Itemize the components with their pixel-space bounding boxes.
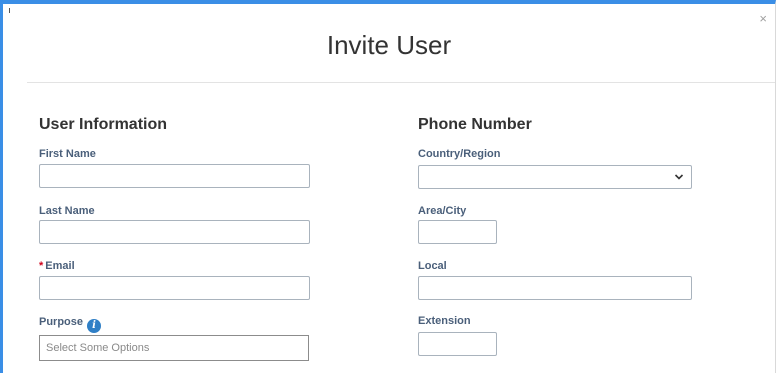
phone-number-heading: Phone Number: [418, 116, 532, 133]
title-divider: [27, 82, 775, 83]
local-label: Local: [418, 260, 447, 272]
purpose-multi-select[interactable]: Select Some Options: [39, 335, 309, 361]
country-region-label: Country/Region: [418, 148, 501, 160]
purpose-placeholder: Select Some Options: [46, 342, 150, 354]
close-icon[interactable]: ×: [759, 12, 767, 25]
first-name-field[interactable]: [39, 164, 310, 188]
extension-field[interactable]: [418, 332, 497, 356]
purpose-label-wrap: Purpose i: [39, 316, 102, 333]
dialog-title: Invite User: [326, 30, 452, 60]
window-corner-mark: [9, 8, 10, 13]
last-name-field[interactable]: [39, 220, 310, 244]
email-label: Email: [45, 260, 75, 272]
last-name-label: Last Name: [39, 205, 95, 217]
area-city-field[interactable]: [418, 220, 497, 244]
local-field[interactable]: [418, 276, 692, 300]
info-icon[interactable]: i: [87, 319, 102, 333]
user-information-heading: User Information: [39, 116, 168, 133]
email-label-wrap: * Email: [39, 260, 75, 272]
required-marker: *: [39, 260, 44, 272]
first-name-label: First Name: [39, 148, 96, 160]
purpose-label: Purpose: [39, 316, 84, 328]
email-field[interactable]: [39, 276, 310, 300]
area-city-label: Area/City: [418, 205, 467, 217]
extension-label: Extension: [418, 315, 471, 327]
invite-user-dialog: × Invite User User Information First Nam…: [0, 0, 776, 373]
country-region-select[interactable]: [418, 165, 692, 189]
chevron-down-icon: [674, 174, 684, 180]
